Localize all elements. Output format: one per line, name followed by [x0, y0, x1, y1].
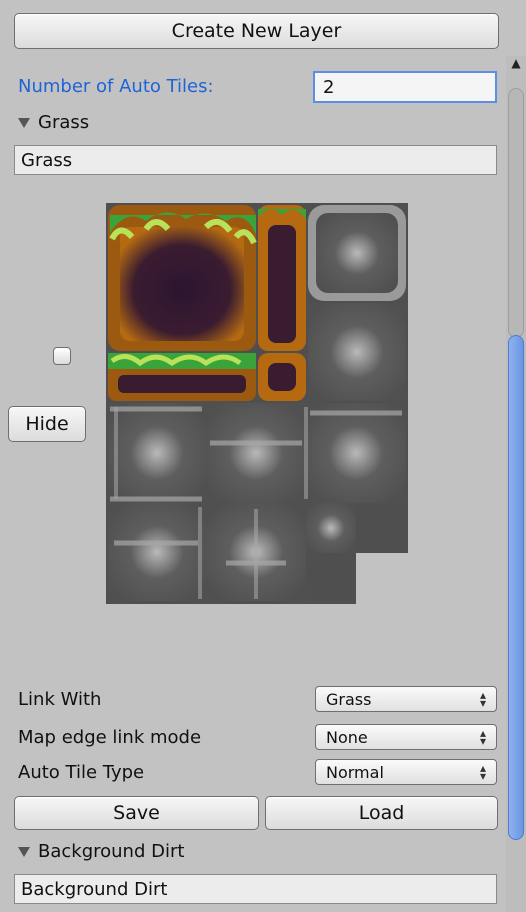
edge-mode-dropdown[interactable]: None ▴ ▾ — [315, 724, 497, 750]
grass-name-value: Grass — [21, 149, 73, 171]
foldout-grass[interactable]: Grass — [18, 112, 89, 133]
save-button[interactable]: Save — [14, 796, 259, 830]
visible-checkbox[interactable] — [53, 347, 71, 365]
edge-mode-label: Map edge link mode — [18, 727, 202, 748]
background-dirt-name-field[interactable]: Background Dirt — [14, 874, 497, 904]
create-new-layer-button[interactable]: Create New Layer — [14, 13, 499, 49]
auto-tiles-label: Number of Auto Tiles: — [18, 76, 214, 97]
load-button[interactable]: Load — [265, 796, 498, 830]
foldout-background-dirt-label: Background Dirt — [38, 841, 185, 862]
up-down-arrows-icon: ▴ ▾ — [479, 761, 486, 783]
link-with-label: Link With — [18, 689, 102, 710]
foldout-grass-label: Grass — [38, 112, 90, 133]
triangle-down-icon — [18, 846, 30, 857]
load-button-label: Load — [358, 802, 405, 824]
hide-button-label: Hide — [25, 413, 69, 435]
scroll-up-icon[interactable]: ▲ — [506, 56, 526, 82]
up-down-arrows-icon: ▴ ▾ — [479, 688, 486, 710]
auto-tiles-value: 2 — [323, 76, 335, 98]
tile-type-label: Auto Tile Type — [18, 762, 145, 783]
link-with-dropdown[interactable]: Grass ▴ ▾ — [315, 686, 497, 712]
link-with-value: Grass — [326, 689, 372, 709]
auto-tiles-input[interactable]: 2 — [313, 71, 497, 103]
foldout-background-dirt[interactable]: Background Dirt — [18, 841, 184, 862]
autotile-texture-preview — [106, 203, 408, 604]
tile-type-dropdown[interactable]: Normal ▴ ▾ — [315, 759, 497, 785]
background-dirt-name-value: Background Dirt — [21, 878, 168, 900]
create-new-layer-label: Create New Layer — [171, 20, 342, 42]
triangle-down-icon — [18, 117, 30, 128]
edge-mode-value: None — [326, 727, 368, 747]
save-button-label: Save — [113, 802, 160, 824]
up-down-arrows-icon: ▴ ▾ — [479, 726, 486, 748]
tile-type-value: Normal — [326, 762, 384, 782]
scrollbar-upper-track — [508, 88, 524, 338]
grass-name-field[interactable]: Grass — [14, 145, 497, 175]
hide-button[interactable]: Hide — [8, 406, 86, 442]
scrollbar-thumb[interactable] — [508, 335, 524, 840]
